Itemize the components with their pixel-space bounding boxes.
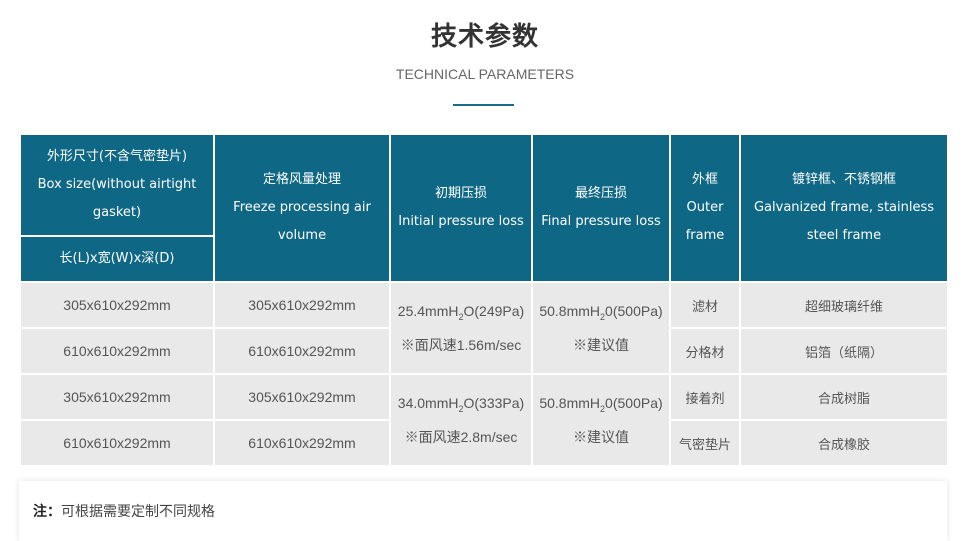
initial-pressure-note: ※面风速2.8m/sec xyxy=(404,428,518,445)
cell-initial-pressure: 25.4mmH2O(249Pa) ※面风速1.56m/sec xyxy=(389,281,533,375)
header-frame-material-cn: 镀锌框、不锈钢框 xyxy=(791,172,896,187)
header-air-volume-en-2: volume xyxy=(277,228,327,243)
cell-material: 合成橡胶 xyxy=(739,419,949,467)
cell-material: 铝箔（纸隔） xyxy=(739,327,949,375)
header-air-volume: 定格风量处理 Freeze processing air volume xyxy=(213,133,391,283)
header-outer-frame-en-1: Outer xyxy=(686,200,724,215)
header-final-pressure-cn: 最终压损 xyxy=(574,186,627,201)
final-pressure-note: ※建议值 xyxy=(573,336,629,353)
header-final-pressure-en: Final pressure loss xyxy=(541,214,661,229)
header-initial-pressure-cn: 初期压损 xyxy=(434,186,487,201)
header-box-size-en-2: gasket) xyxy=(92,205,142,220)
page-subtitle: TECHNICAL PARAMETERS xyxy=(395,66,575,82)
cell-component: 接着剂 xyxy=(669,373,741,421)
final-pressure-note: ※建议值 xyxy=(573,428,629,445)
cell-material: 合成树脂 xyxy=(739,373,949,421)
parameters-table: 外形尺寸(不含气密垫片) Box size(without airtight g… xyxy=(19,133,949,467)
header-initial-pressure: 初期压损 Initial pressure loss xyxy=(389,133,533,283)
cell-air-volume: 610x610x292mm xyxy=(213,327,391,375)
table-row: 305x610x292mm 305x610x292mm 25.4mmH2O(24… xyxy=(19,281,949,375)
cell-air-volume: 305x610x292mm xyxy=(213,373,391,421)
cell-box-size: 305x610x292mm xyxy=(19,373,215,421)
cell-final-pressure: 50.8mmH20(500Pa) ※建议值 xyxy=(531,373,671,467)
initial-pressure-value: 25.4mmH2O(249Pa) xyxy=(397,303,525,322)
note-text: 可根据需要定制不同规格 xyxy=(61,504,215,520)
cell-component: 气密垫片 xyxy=(669,419,741,467)
page-title: 技术参数 xyxy=(430,22,539,52)
header-outer-frame-cn: 外框 xyxy=(691,172,718,187)
header-frame-material-en-2: steel frame xyxy=(806,228,882,243)
note-label: 注： xyxy=(33,504,61,520)
header-box-size-cn: 外形尺寸(不含气密垫片) xyxy=(46,149,188,164)
cell-box-size: 610x610x292mm xyxy=(19,419,215,467)
cell-final-pressure: 50.8mmH20(500Pa) ※建议值 xyxy=(531,281,671,375)
cell-box-size: 610x610x292mm xyxy=(19,327,215,375)
header-frame-material: 镀锌框、不锈钢框 Galvanized frame, stainless ste… xyxy=(739,133,949,283)
initial-pressure-note: ※面风速1.56m/sec xyxy=(400,336,522,353)
title-underline xyxy=(453,104,514,106)
cell-initial-pressure: 34.0mmH2O(333Pa) ※面风速2.8m/sec xyxy=(389,373,533,467)
cell-air-volume: 610x610x292mm xyxy=(213,419,391,467)
header-outer-frame: 外框 Outer frame xyxy=(669,133,741,283)
final-pressure-value: 50.8mmH20(500Pa) xyxy=(539,395,663,414)
header-frame-material-en-1: Galvanized frame, stainless xyxy=(753,200,935,215)
header-box-size-unit: 长(L)x宽(W)x深(D) xyxy=(19,235,215,283)
header-box-size: 外形尺寸(不含气密垫片) Box size(without airtight g… xyxy=(19,133,215,237)
final-pressure-value: 50.8mmH20(500Pa) xyxy=(539,303,663,322)
header-box-size-en-1: Box size(without airtight xyxy=(37,177,197,192)
cell-box-size: 305x610x292mm xyxy=(19,281,215,329)
note-box: 注：可根据需要定制不同规格 xyxy=(19,481,947,541)
cell-component: 分格材 xyxy=(669,327,741,375)
initial-pressure-value: 34.0mmH2O(333Pa) xyxy=(397,395,525,414)
note-line: 注：可根据需要定制不同规格 xyxy=(33,501,215,521)
header-air-volume-cn: 定格风量处理 xyxy=(262,172,341,187)
table-row: 305x610x292mm 305x610x292mm 34.0mmH2O(33… xyxy=(19,373,949,467)
header-initial-pressure-en: Initial pressure loss xyxy=(398,214,524,229)
header-final-pressure: 最终压损 Final pressure loss xyxy=(531,133,671,283)
header-outer-frame-en-2: frame xyxy=(685,228,725,243)
header-air-volume-en-1: Freeze processing air xyxy=(233,200,371,215)
cell-component: 滤材 xyxy=(669,281,741,329)
cell-air-volume: 305x610x292mm xyxy=(213,281,391,329)
cell-material: 超细玻璃纤维 xyxy=(739,281,949,329)
